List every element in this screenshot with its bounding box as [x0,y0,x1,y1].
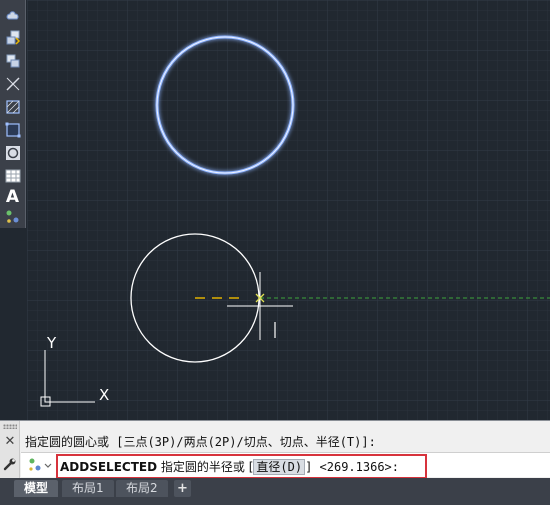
ucs-y-label: Y [46,334,57,352]
ucs-x-label: X [99,386,109,404]
insert-block-icon[interactable] [2,27,23,48]
table-icon[interactable] [2,165,23,186]
command-input[interactable]: ADDSELECTED 指定圆的半径或 [直径(D)] <269.1366>: [21,452,550,479]
region-icon[interactable] [2,119,23,140]
grid [27,0,550,420]
diameter-option-label: 直径 [256,460,281,474]
grip-dots[interactable] [3,424,17,429]
drawing-canvas[interactable]: Y X [27,0,550,420]
make-block-icon[interactable] [2,50,23,71]
autocad-window: A Y X ✕ 指定圆的圆心或 [三点(3P)/两点(2P)/切点、切点、半径(… [0,0,550,505]
circle-icon[interactable] [2,142,23,163]
text-icon-glyph: A [5,186,20,207]
add-layout-button[interactable]: + [174,480,191,497]
draw-toolbar: A [0,0,26,228]
command-history-line: 指定圆的圆心或 [三点(3P)/两点(2P)/切点、切点、半径(T)]: [25,435,376,449]
hatch-icon[interactable] [2,96,23,117]
add-selected-icon[interactable] [2,206,23,227]
diameter-option-key: (D) [280,460,303,474]
layout-tab-bar: 模型 布局1 布局2 + [0,478,550,505]
command-window: ✕ 指定圆的圆心或 [三点(3P)/两点(2P)/切点、切点、半径(T)]: A… [0,420,550,479]
tab-layout1[interactable]: 布局1 [62,480,114,497]
command-keyword: ADDSELECTED [60,460,158,474]
diameter-option[interactable]: 直径(D) [253,459,306,475]
text-icon[interactable]: A [2,186,23,207]
wrench-icon[interactable] [3,457,17,471]
drawing-svg[interactable]: Y X [27,0,550,420]
line-icon[interactable] [2,73,23,94]
command-prompt-icon[interactable] [27,457,53,473]
command-prompt: ADDSELECTED 指定圆的半径或 [直径(D)] <269.1366>: [60,458,399,475]
command-default-value: ] <269.1366>: [305,460,399,474]
tab-model[interactable]: 模型 [14,480,59,497]
command-window-handle[interactable]: ✕ [0,421,20,479]
command-prompt-text: 指定圆的半径或 [ [160,460,254,474]
tab-layout2[interactable]: 布局2 [116,480,168,497]
revcloud-icon[interactable] [2,4,23,25]
close-icon[interactable]: ✕ [4,435,16,449]
